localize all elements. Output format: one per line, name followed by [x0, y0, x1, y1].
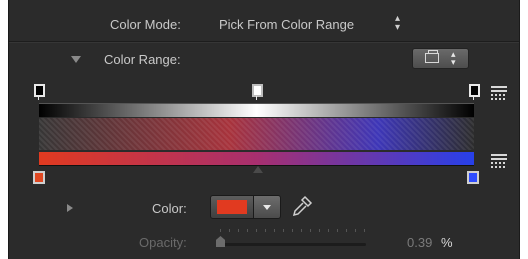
color-gradient-bar[interactable]: [39, 152, 474, 166]
opacity-slider-knob[interactable]: [216, 236, 225, 247]
opacity-label: Opacity:: [139, 235, 187, 250]
color-mode-label: Color Mode:: [110, 17, 181, 32]
opacity-unit: %: [441, 235, 453, 250]
color-swatch: [217, 200, 247, 214]
color-swatch-button[interactable]: [210, 195, 254, 219]
gradient-stop-black-right[interactable]: [469, 84, 480, 100]
color-popup-button[interactable]: [253, 195, 281, 219]
disclosure-closed-icon[interactable]: [67, 204, 73, 212]
gradient-preset-button[interactable]: ▴ ▾: [412, 48, 469, 69]
gradient-preset-icon: [425, 50, 439, 63]
gradient-stop-black-left[interactable]: [34, 84, 45, 100]
color-label: Color:: [152, 201, 187, 216]
gradient-stop-white-center[interactable]: [252, 84, 263, 100]
divider: [9, 41, 519, 42]
chevron-down-icon: [263, 205, 271, 210]
up-down-arrows-icon[interactable]: ▴ ▾: [395, 14, 400, 33]
color-range-label: Color Range:: [104, 52, 181, 67]
gradient-options-icon[interactable]: [491, 154, 507, 170]
gradient-preview: [39, 118, 474, 150]
gradient-options-icon[interactable]: [491, 86, 507, 102]
inspector-panel: Color Mode: Pick From Color Range ▴ ▾ Col…: [8, 0, 520, 259]
color-stop-red[interactable]: [33, 171, 45, 184]
eyedropper-icon[interactable]: [291, 195, 313, 219]
midpoint-marker[interactable]: [253, 166, 263, 173]
opacity-gradient-bar[interactable]: [39, 103, 474, 117]
color-stop-blue[interactable]: [467, 171, 479, 184]
color-mode-popup[interactable]: Pick From Color Range: [219, 17, 354, 32]
opacity-slider[interactable]: [216, 243, 366, 246]
disclosure-open-icon[interactable]: [71, 56, 81, 63]
up-down-arrows-icon: ▴ ▾: [451, 49, 456, 67]
slider-ticks: [220, 229, 365, 232]
opacity-value[interactable]: 0.39: [407, 235, 432, 250]
